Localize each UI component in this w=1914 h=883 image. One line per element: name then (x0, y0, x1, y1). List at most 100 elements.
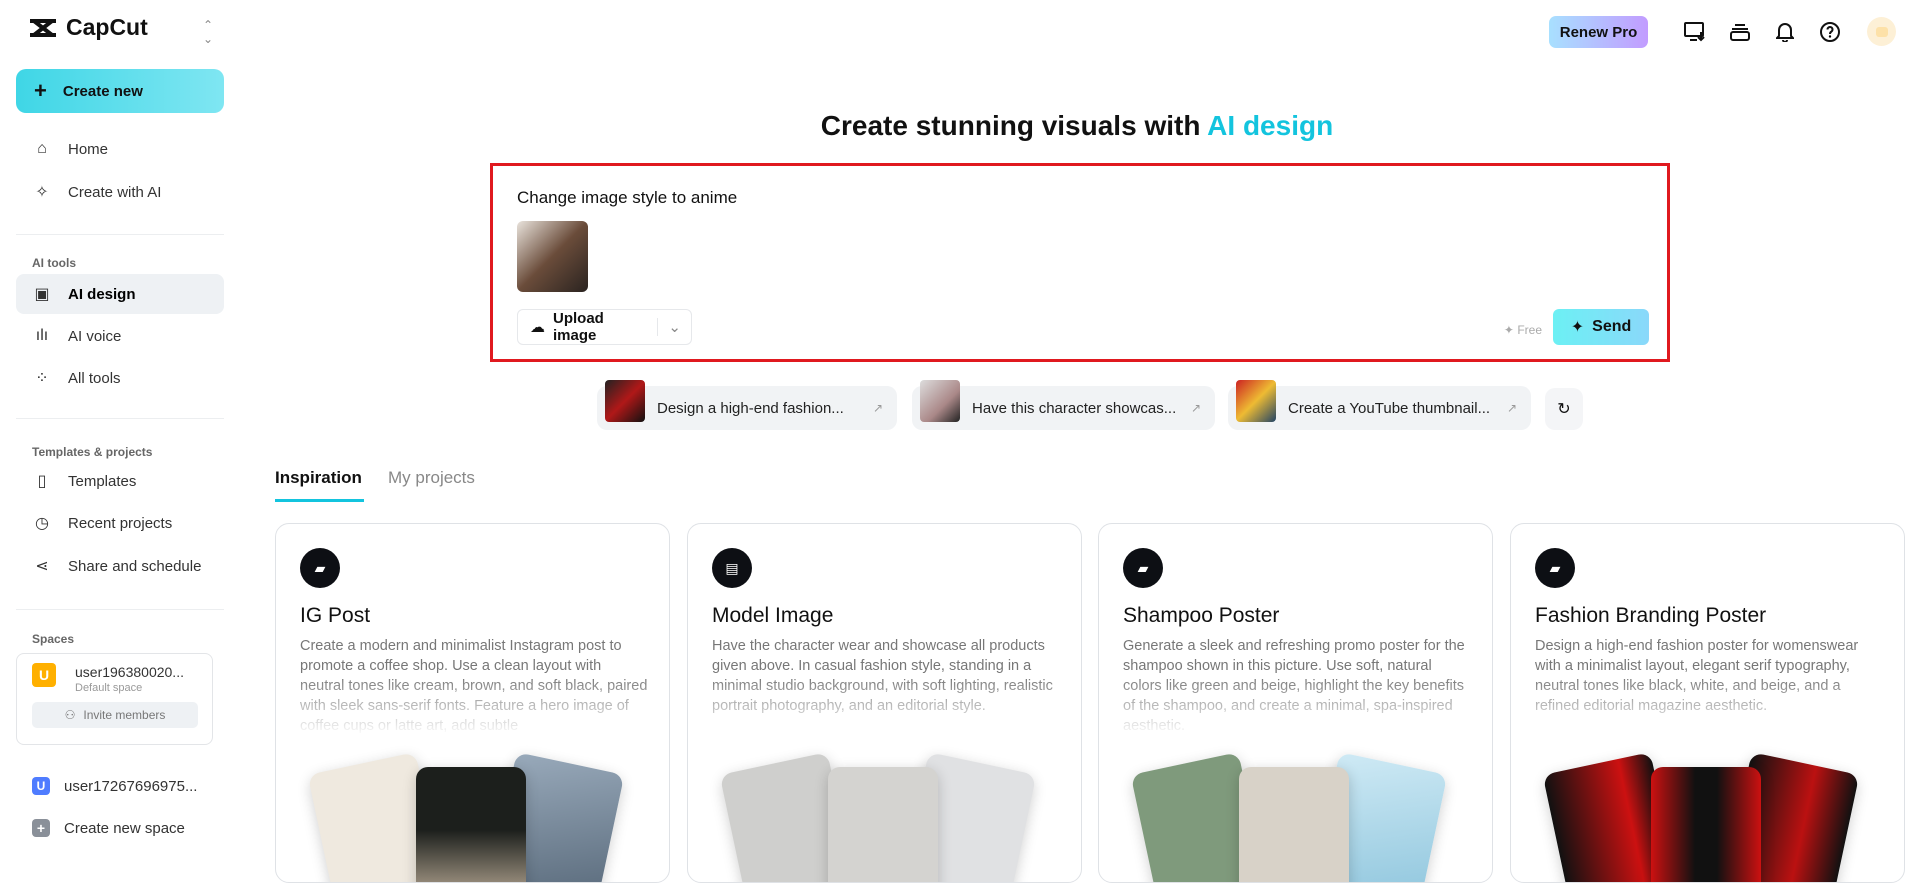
section-title-templates: Templates & projects (32, 445, 153, 459)
card-description: Have the character wear and showcase all… (712, 638, 1053, 714)
card-title: IG Post (300, 604, 371, 627)
capcut-logo[interactable]: CapCut (28, 14, 148, 41)
sidebar-item-recent-projects[interactable]: ◷ Recent projects (16, 503, 224, 543)
free-badge: ✦ Free (1504, 323, 1542, 337)
sidebar-item-label: Recent projects (68, 514, 173, 532)
title-prefix: Create stunning visuals with (820, 110, 1208, 141)
sidebar-item-templates[interactable]: ▯ Templates (16, 461, 224, 501)
inspiration-card[interactable]: ▰ IG Post Create a modern and minimalist… (275, 523, 670, 883)
space-avatar: U (32, 777, 50, 795)
sidebar-item-label: AI voice (68, 327, 122, 345)
title-highlight: AI design (1207, 110, 1334, 141)
poster-icon: ▰ (1123, 548, 1163, 588)
help-icon[interactable] (1816, 18, 1844, 46)
add-user-icon: ⚇ (64, 708, 76, 722)
card-title: Fashion Branding Poster (1535, 604, 1767, 627)
app-name: CapCut (66, 14, 148, 40)
sparkle-icon: ✦ (1503, 323, 1518, 337)
plus-icon: + (34, 78, 47, 103)
active-tab-indicator (275, 499, 364, 502)
image-sparkle-icon: ▣ (34, 286, 50, 303)
create-space-label: Create new space (64, 819, 185, 837)
prompt-box[interactable]: Change image style to anime ☁ Upload imag… (490, 163, 1670, 362)
sidebar-item-all-tools[interactable]: ⁘ All tools (16, 358, 224, 398)
space-item[interactable]: Uuser17267696975... (16, 766, 224, 806)
card-preview-images (1099, 752, 1492, 882)
suggestion-thumbnail (605, 380, 645, 422)
sidebar-item-label: Share and schedule (68, 557, 202, 575)
chevron-down-icon[interactable]: ⌄ (657, 318, 691, 336)
card-title: Model Image (712, 604, 834, 627)
arrow-up-right-icon: ↗ (1190, 401, 1201, 415)
card-title: Shampoo Poster (1123, 604, 1280, 627)
inspiration-card[interactable]: ▰ Fashion Branding Poster Design a high-… (1510, 523, 1905, 883)
sidebar-item-ai-voice[interactable]: ılı AI voice (16, 316, 224, 356)
suggestion-chip[interactable]: Create a YouTube thumbnail... ↗ (1228, 380, 1531, 430)
sidebar-item-label: Templates (68, 472, 137, 490)
share-icon: ⋖ (35, 558, 49, 575)
tab-inspiration[interactable]: Inspiration (275, 468, 362, 488)
renew-pro-label: Renew Pro (1559, 23, 1638, 41)
divider (16, 418, 224, 419)
space-name: user17267696975... (64, 777, 198, 795)
suggestion-thumbnail (1236, 380, 1276, 422)
section-title-spaces: Spaces (32, 632, 75, 646)
space-avatar: U (32, 663, 56, 687)
templates-icon: ▯ (37, 473, 47, 490)
divider (16, 234, 224, 235)
create-new-label: Create new (62, 82, 143, 100)
plus-icon: + (32, 819, 50, 837)
suggestion-chip[interactable]: Have this character showcas... ↗ (912, 380, 1215, 430)
avatar-person-icon (1875, 26, 1888, 37)
sparkle-icon: ✦ (1570, 319, 1585, 336)
space-name: user196380020... (75, 664, 184, 680)
suggestion-thumbnail (920, 380, 960, 422)
inspiration-card[interactable]: ▤ Model Image Have the character wear an… (687, 523, 1082, 883)
refresh-suggestions-icon[interactable]: ↻ (1545, 388, 1583, 430)
suggestion-chip[interactable]: Design a high-end fashion... ↗ (597, 380, 897, 430)
workspace-switch-icon[interactable]: ⌃ ⌄ (203, 18, 213, 46)
card-description: Generate a sleek and refreshing promo po… (1123, 638, 1465, 734)
create-new-space-button[interactable]: + Create new space (16, 808, 224, 848)
storage-icon[interactable] (1726, 18, 1754, 46)
bell-icon[interactable] (1771, 18, 1799, 46)
upload-label: Upload image (553, 310, 604, 344)
invite-members-button[interactable]: ⚇ Invite members (32, 702, 198, 728)
create-new-button[interactable]: + Create new (16, 69, 224, 113)
send-button[interactable]: ✦ Send (1553, 309, 1649, 345)
waveform-icon: ılı (35, 327, 49, 344)
clock-icon: ◷ (35, 515, 49, 532)
sidebar-item-ai-design[interactable]: ▣ AI design (16, 274, 224, 314)
sidebar-item-create-with-ai[interactable]: ✧ Create with AI (16, 172, 224, 212)
portrait-icon: ▤ (712, 548, 752, 588)
user-avatar[interactable] (1867, 17, 1896, 46)
card-preview-images (276, 752, 669, 882)
desktop-download-icon[interactable] (1681, 18, 1709, 46)
sidebar-item-share-schedule[interactable]: ⋖ Share and schedule (16, 546, 224, 586)
inspiration-card[interactable]: ▰ Shampoo Poster Generate a sleek and re… (1098, 523, 1493, 883)
card-preview-images (1511, 752, 1904, 882)
uploaded-image-thumbnail[interactable] (517, 221, 588, 292)
space-subtitle: Default space (75, 682, 143, 694)
suggestion-label: Have this character showcas... (972, 399, 1177, 417)
card-description: Create a modern and minimalist Instagram… (300, 638, 648, 734)
poster-icon: ▰ (1535, 548, 1575, 588)
upload-image-button[interactable]: ☁ Upload image ⌄ (517, 309, 692, 345)
sidebar-item-label: Home (68, 140, 109, 158)
prompt-input[interactable]: Change image style to anime (517, 188, 737, 208)
sparkle-icon: ✧ (35, 184, 49, 201)
tab-my-projects[interactable]: My projects (388, 468, 475, 488)
section-title-ai-tools: AI tools (32, 256, 76, 270)
card-preview-images (688, 752, 1081, 882)
divider (16, 609, 224, 610)
free-label: Free (1517, 323, 1542, 337)
grid-icon: ⁘ (35, 370, 49, 387)
send-label: Send (1592, 318, 1632, 335)
capcut-logo-icon (30, 18, 56, 37)
renew-pro-button[interactable]: Renew Pro (1549, 16, 1648, 48)
suggestion-label: Create a YouTube thumbnail... (1288, 399, 1491, 417)
suggestion-label: Design a high-end fashion... (657, 399, 844, 417)
invite-label: Invite members (83, 708, 166, 722)
default-space-card[interactable]: U user196380020... Default space ⚇ Invite… (16, 653, 213, 745)
sidebar-item-label: Create with AI (68, 183, 162, 201)
